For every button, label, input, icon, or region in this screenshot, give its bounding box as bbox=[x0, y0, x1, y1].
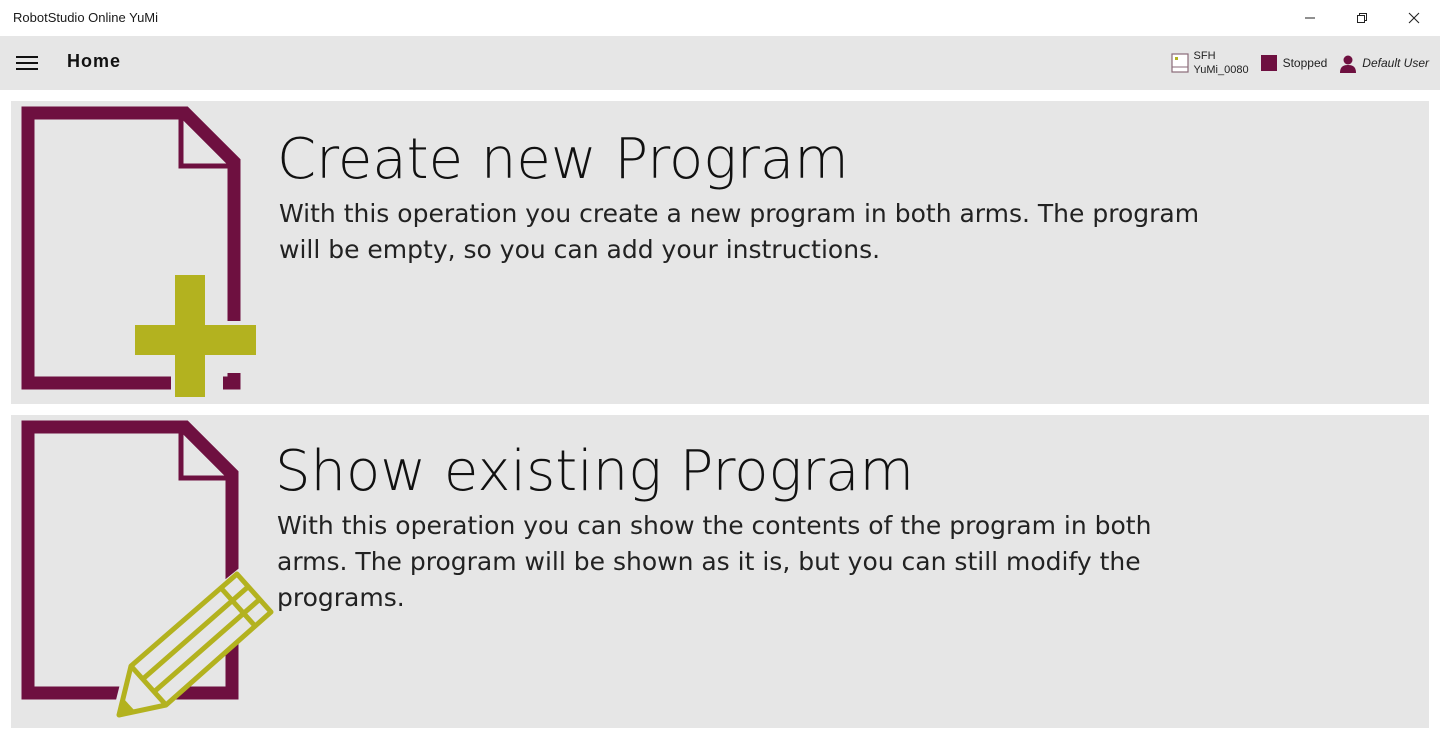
edit-document-icon bbox=[21, 420, 279, 720]
minimize-button[interactable] bbox=[1284, 0, 1336, 36]
window-titlebar: RobotStudio Online YuMi bbox=[0, 0, 1440, 36]
controller-name: SFH bbox=[1193, 50, 1216, 62]
show-program-card[interactable]: Show existing Program With this operatio… bbox=[11, 415, 1429, 728]
restore-button[interactable] bbox=[1336, 0, 1388, 36]
close-button[interactable] bbox=[1388, 0, 1440, 36]
create-program-description: With this operation you create a new pro… bbox=[279, 199, 1200, 264]
user-icon bbox=[1340, 55, 1357, 73]
close-icon bbox=[1408, 12, 1420, 24]
state-indicator bbox=[1260, 55, 1277, 71]
show-program-description: With this operation you can show the con… bbox=[277, 511, 1152, 612]
controller-icon bbox=[1170, 53, 1189, 73]
create-program-title: Create new Program bbox=[277, 127, 849, 192]
menu-button[interactable] bbox=[12, 50, 42, 76]
new-document-icon bbox=[21, 106, 259, 397]
user-label: Default User bbox=[1362, 56, 1429, 70]
restore-icon bbox=[1357, 13, 1367, 23]
state-label: Stopped bbox=[1282, 56, 1328, 70]
hamburger-menu-icon bbox=[16, 56, 38, 70]
minimize-icon bbox=[1305, 17, 1315, 19]
app-header: Home SFH YuMi_0080 Stopped Default User bbox=[0, 36, 1440, 90]
create-program-card[interactable]: Create new Program With this operation y… bbox=[11, 101, 1429, 404]
page-title: Home bbox=[67, 51, 122, 71]
window-title: RobotStudio Online YuMi bbox=[13, 10, 159, 25]
controller-state[interactable]: Stopped bbox=[1260, 55, 1328, 71]
user-status[interactable]: Default User bbox=[1339, 54, 1429, 73]
controller-status[interactable]: SFH YuMi_0080 bbox=[1170, 49, 1249, 77]
controller-system: YuMi_0080 bbox=[1193, 64, 1249, 76]
status-area: SFH YuMi_0080 Stopped Default User bbox=[1170, 36, 1429, 90]
show-program-title: Show existing Program bbox=[275, 439, 914, 504]
